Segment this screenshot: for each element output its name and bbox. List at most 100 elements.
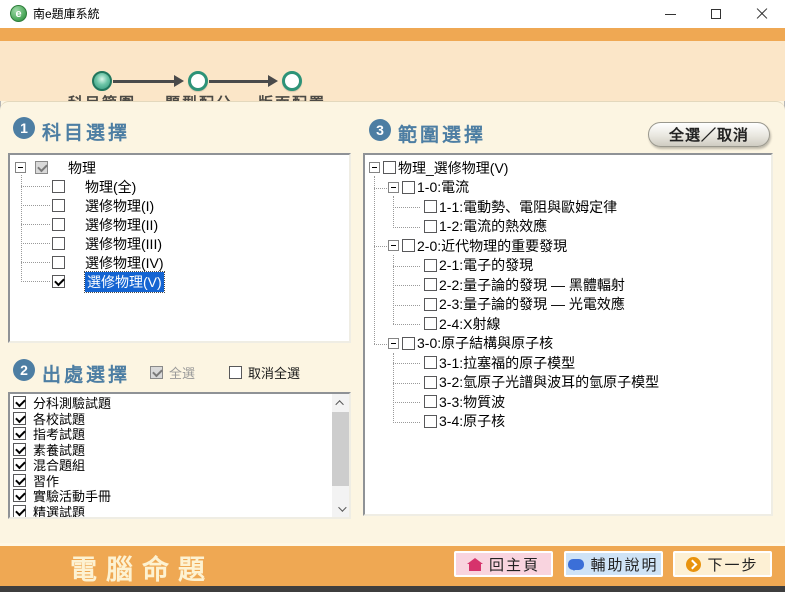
tree-node[interactable]: 物理_選修物理(V) [365,158,771,178]
node-checkbox[interactable] [383,161,396,174]
step-arrow-1 [113,80,175,83]
node-checkbox[interactable] [52,180,65,193]
subject-tree-panel: 物理 物理(全) 選修物理(I) 選修物理(II) [8,153,351,343]
tree-node[interactable]: 3-0:原子結構與原子核 [365,334,771,354]
scope-tree-panel: 物理_選修物理(V) 1-0:電流 1-1:電動勢、電阻與歐姆定律 [363,153,773,516]
help-button-label: 輔助說明 [590,554,658,575]
node-checkbox[interactable] [402,337,415,350]
tree-node[interactable]: 3-4:原子核 [365,412,771,432]
source-list-panel: 分科測驗試題 各校試題 指考試題 素養試題 [8,392,351,519]
tree-node[interactable]: 選修物理(V) [10,272,349,291]
tree-node[interactable]: 2-1:電子的發現 [365,256,771,276]
tree-node[interactable]: 選修物理(IV) [10,253,349,272]
tree-node[interactable]: 3-1:拉塞福的原子模型 [365,353,771,373]
node-checkbox[interactable] [52,199,65,212]
node-checkbox[interactable] [424,317,437,330]
scroll-down-icon[interactable] [332,500,349,517]
source-header-controls: 全選 取消全選 [150,363,300,382]
tree-node[interactable]: 2-0:近代物理的重要發現 [365,236,771,256]
node-checkbox[interactable] [52,275,65,288]
window-title: 南e題庫系統 [33,0,100,28]
node-checkbox[interactable] [402,181,415,194]
step-circle-3 [282,71,302,91]
tree-node-label: 3-2:氫原子光譜與波耳的氫原子模型 [439,372,659,392]
tree-node[interactable]: 物理 [10,158,349,177]
node-checkbox[interactable] [424,278,437,291]
step-arrow-2 [209,80,269,83]
node-checkbox[interactable] [424,356,437,369]
item-checkbox[interactable] [13,489,26,502]
node-checkbox[interactable] [424,376,437,389]
node-checkbox[interactable] [52,237,65,250]
expand-toggle-icon[interactable] [388,182,399,193]
section-3-number: 3 [369,119,391,141]
deselect-all-checkbox[interactable] [229,366,242,379]
footer-title: 電腦命題 [70,548,214,587]
tree-node[interactable]: 選修物理(II) [10,215,349,234]
expand-toggle-icon[interactable] [388,240,399,251]
select-all-toggle-button[interactable]: 全選／取消 [648,122,770,147]
subject-tree: 物理 物理(全) 選修物理(I) 選修物理(II) [10,155,349,341]
source-list-item[interactable]: 精選試題 [13,504,349,520]
scope-tree: 物理_選修物理(V) 1-0:電流 1-1:電動勢、電阻與歐姆定律 [365,155,771,514]
help-button[interactable]: 輔助說明 [564,551,663,577]
tree-node[interactable]: 1-0:電流 [365,178,771,198]
accent-stripe [0,28,785,41]
house-icon [467,558,483,571]
next-button-label: 下一步 [707,554,758,575]
tree-node[interactable]: 選修物理(III) [10,234,349,253]
tree-node-label: 1-0:電流 [417,177,469,197]
item-checkbox[interactable] [13,427,26,440]
step-circle-1-active [92,71,112,91]
tree-node[interactable]: 2-2:量子論的發現 — 黑體輻射 [365,275,771,295]
tree-node[interactable]: 3-2:氫原子光譜與波耳的氫原子模型 [365,373,771,393]
scrollbar-thumb[interactable] [332,412,349,486]
tree-node[interactable]: 2-4:X射線 [365,314,771,334]
next-step-button[interactable]: 下一步 [673,551,772,577]
node-checkbox[interactable] [424,298,437,311]
node-checkbox[interactable] [424,259,437,272]
select-all-checkbox[interactable] [150,366,163,379]
tree-node[interactable]: 1-2:電流的熱效應 [365,217,771,237]
source-list: 分科測驗試題 各校試題 指考試題 素養試題 [10,394,349,517]
node-checkbox[interactable] [52,256,65,269]
source-list-item[interactable]: 混合題組 [13,457,349,473]
node-checkbox[interactable] [424,395,437,408]
tree-node[interactable]: 選修物理(I) [10,196,349,215]
node-checkbox[interactable] [424,415,437,428]
tree-node[interactable]: 1-1:電動勢、電阻與歐姆定律 [365,197,771,217]
expand-toggle-icon[interactable] [15,162,26,173]
item-checkbox[interactable] [13,474,26,487]
tree-node-label: 選修物理(III) [85,234,162,254]
tree-node[interactable]: 物理(全) [10,177,349,196]
home-button[interactable]: 回主頁 [454,551,553,577]
tree-node-label: 2-3:量子論的發現 — 光電效應 [439,294,625,314]
item-checkbox[interactable] [13,412,26,425]
node-checkbox[interactable] [424,200,437,213]
item-checkbox[interactable] [13,505,26,518]
tree-node-label: 3-4:原子核 [439,411,505,431]
expand-toggle-icon[interactable] [388,338,399,349]
deselect-all-label: 取消全選 [248,363,300,382]
close-button[interactable] [742,0,782,28]
node-checkbox[interactable] [52,218,65,231]
item-checkbox[interactable] [13,443,26,456]
tree-node[interactable]: 3-3:物質波 [365,392,771,412]
tree-node[interactable]: 2-3:量子論的發現 — 光電效應 [365,295,771,315]
source-scrollbar[interactable] [332,394,349,517]
tree-node-label: 物理_選修物理(V) [398,158,508,178]
maximize-button[interactable] [696,0,736,28]
section-2-title: 出處選擇 [42,360,130,387]
node-checkbox[interactable] [424,220,437,233]
node-checkbox[interactable] [35,161,48,174]
scroll-up-icon[interactable] [332,394,349,411]
item-checkbox[interactable] [13,396,26,409]
tree-node-label: 3-0:原子結構與原子核 [417,333,553,353]
select-all-label: 全選 [169,363,195,382]
tree-node-label: 物理(全) [85,177,136,197]
node-checkbox[interactable] [402,239,415,252]
taskbar-edge [0,586,785,592]
minimize-button[interactable] [650,0,690,28]
expand-toggle-icon[interactable] [369,162,380,173]
item-checkbox[interactable] [13,458,26,471]
